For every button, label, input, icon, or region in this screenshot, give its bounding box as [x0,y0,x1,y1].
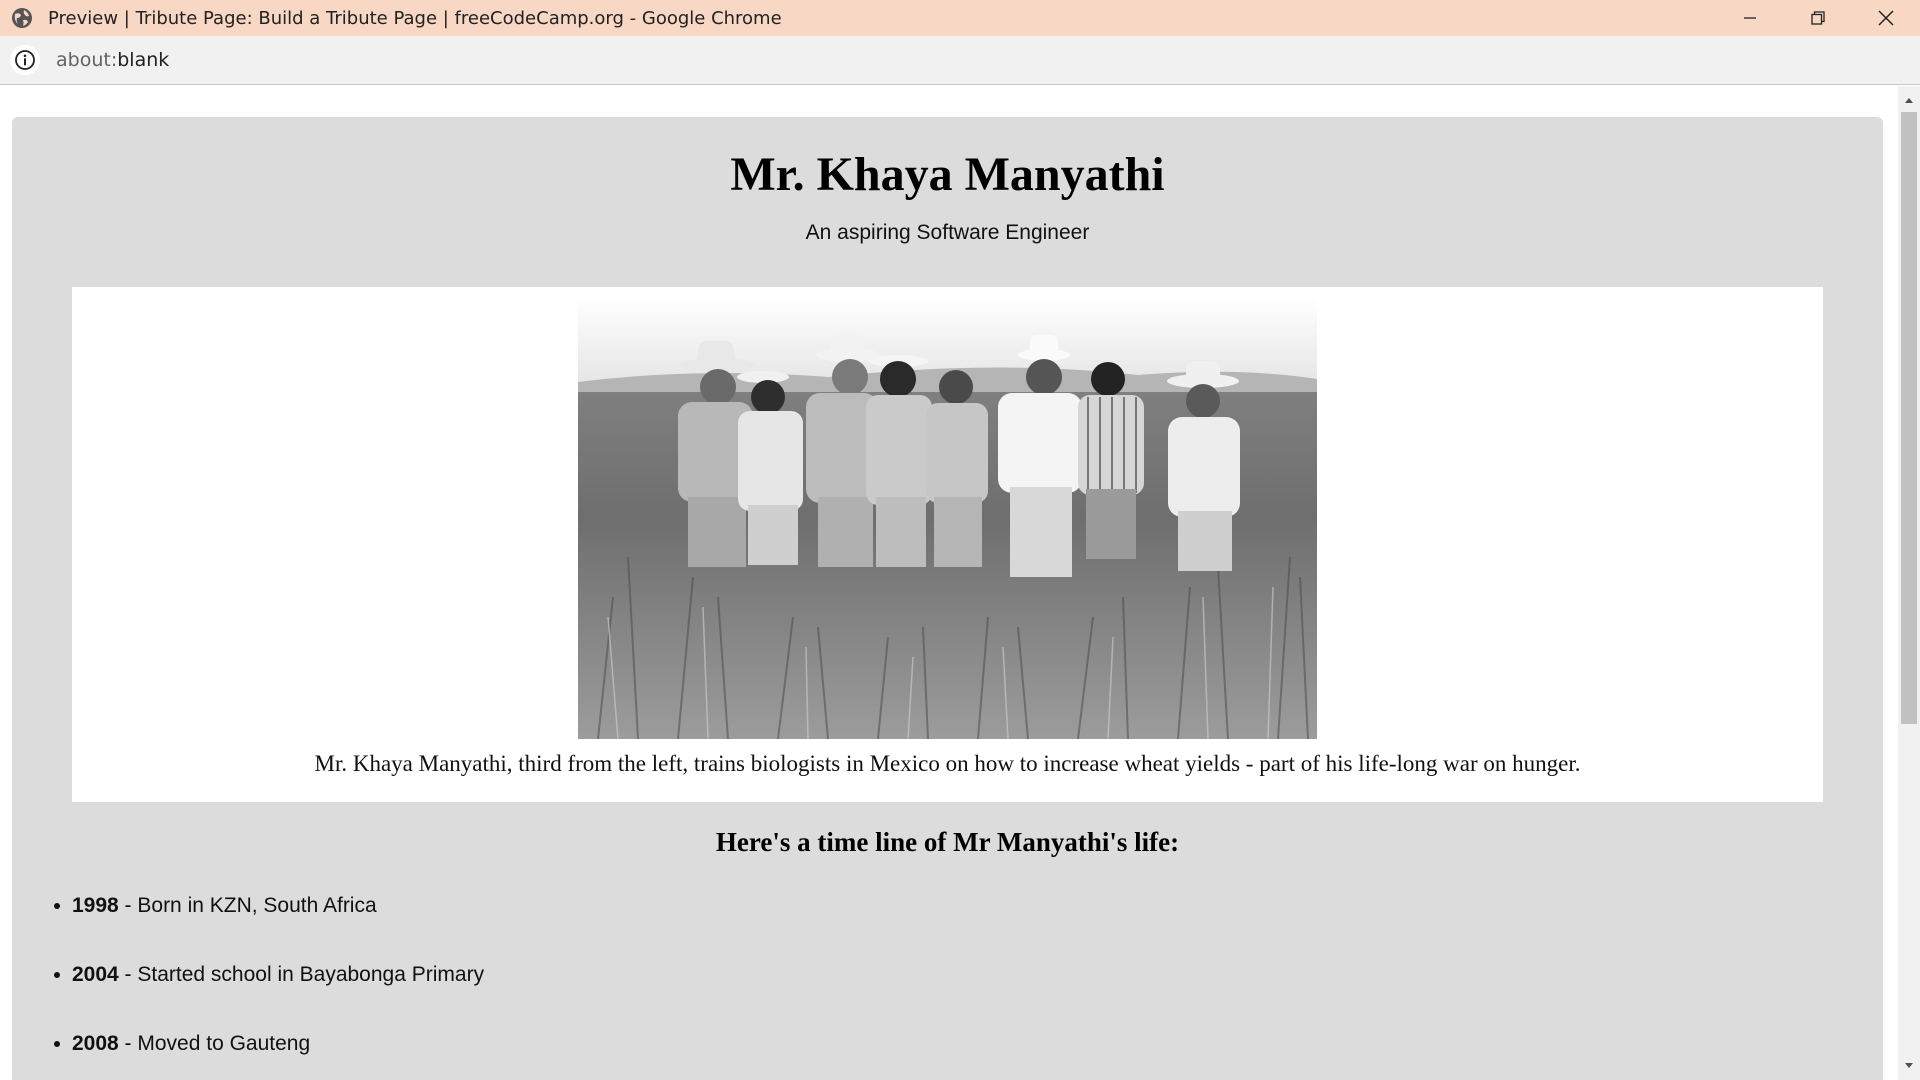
scroll-down-arrow-icon[interactable] [1898,1056,1920,1076]
info-icon[interactable] [10,45,40,75]
globe-icon [10,6,34,30]
close-icon [1878,10,1894,26]
timeline-text: - Moved to Gauteng [118,1032,311,1055]
timeline-item: 2004 - Started school in Bayabonga Prima… [53,961,485,1030]
window-title: Preview | Tribute Page: Build a Tribute … [48,7,782,29]
timeline-text: - Born in KZN, South Africa [118,894,377,917]
window-titlebar: Preview | Tribute Page: Build a Tribute … [0,0,1920,36]
page-title: Mr. Khaya Manyathi [730,148,1165,201]
timeline-text: - Started school in Bayabonga Primary [118,963,485,986]
restore-icon [1811,11,1825,25]
restore-button[interactable] [1784,0,1852,36]
minimize-button[interactable] [1716,0,1784,36]
page-subtitle: An aspiring Software Engineer [805,221,1090,244]
timeline-heading: Here's a time line of Mr Manyathi's life… [715,827,1180,857]
tribute-image [578,297,1317,739]
timeline-item: 2008 - Moved to Gauteng [53,1030,484,1080]
timeline-year: 2004 [72,963,119,986]
image-container: Mr. Khaya Manyathi, third from the left,… [72,287,1823,802]
timeline-item: 1998 - Born in KZN, South Africa [53,892,484,961]
timeline-year: 1998 [72,894,119,917]
timeline-list: 1998 - Born in KZN, South Africa 2004 - … [53,892,485,1080]
page-viewport: Mr. Khaya Manyathi An aspiring Software … [0,86,1920,1080]
main-container: Mr. Khaya Manyathi An aspiring Software … [12,117,1883,1080]
close-button[interactable] [1852,0,1920,36]
timeline-year: 2008 [72,1032,119,1055]
url-scheme: about: [56,49,118,71]
vertical-scrollbar[interactable] [1898,86,1920,1080]
minimize-icon [1744,17,1756,19]
url-path: blank [117,49,170,71]
image-caption: Mr. Khaya Manyathi, third from the left,… [314,751,1581,776]
address-bar[interactable]: about: blank [0,36,1920,85]
scroll-up-arrow-icon[interactable] [1898,90,1920,110]
window-controls [1716,0,1920,36]
scrollbar-thumb[interactable] [1901,112,1917,724]
